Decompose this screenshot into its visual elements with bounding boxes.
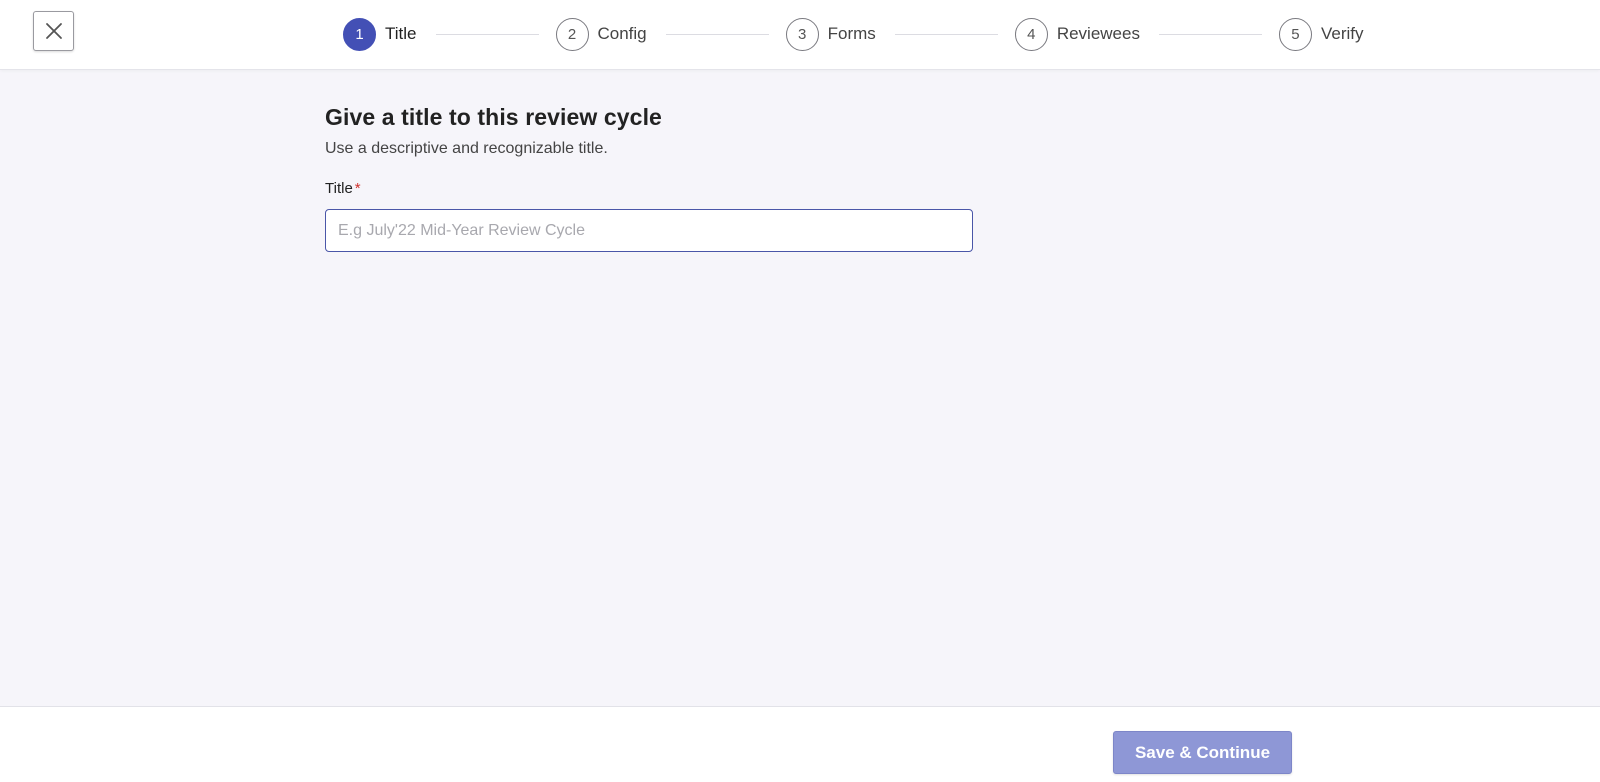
step-label: Title xyxy=(385,24,417,43)
page-subtitle: Use a descriptive and recognizable title… xyxy=(325,140,608,157)
title-field-label: Title * xyxy=(325,180,973,197)
step-config[interactable]: 2 Config xyxy=(555,17,647,51)
top-bar: 1 Title 2 Config 3 Forms 4 Reviewees 5 V… xyxy=(0,0,1600,70)
title-label-text: Title xyxy=(325,180,353,197)
close-button[interactable] xyxy=(33,11,74,51)
step-connector xyxy=(435,33,539,35)
title-input[interactable] xyxy=(325,209,973,252)
step-connector xyxy=(665,33,769,35)
step-label: Verify xyxy=(1320,24,1364,43)
step-forms[interactable]: 3 Forms xyxy=(785,17,876,51)
step-connector xyxy=(1158,33,1262,35)
step-label: Config xyxy=(597,24,647,43)
step-number: 3 xyxy=(785,17,819,51)
required-indicator: * xyxy=(354,180,361,197)
step-label: Reviewees xyxy=(1056,24,1140,43)
page-title: Give a title to this review cycle xyxy=(325,104,662,130)
step-reviewees[interactable]: 4 Reviewees xyxy=(1014,17,1140,51)
step-number: 1 xyxy=(343,17,376,51)
step-number: 2 xyxy=(555,17,589,51)
step-number: 5 xyxy=(1278,17,1312,51)
step-verify[interactable]: 5 Verify xyxy=(1278,17,1364,51)
step-connector xyxy=(894,33,998,35)
step-title[interactable]: 1 Title xyxy=(343,17,417,51)
footer-bar: Save & Continue xyxy=(0,706,1600,782)
save-continue-button[interactable]: Save & Continue xyxy=(1113,731,1292,774)
stepper: 1 Title 2 Config 3 Forms 4 Reviewees 5 V… xyxy=(343,17,1364,51)
title-form: Give a title to this review cycle Use a … xyxy=(325,104,973,252)
close-icon xyxy=(45,23,62,39)
step-number: 4 xyxy=(1014,17,1048,51)
step-label: Forms xyxy=(827,24,876,43)
